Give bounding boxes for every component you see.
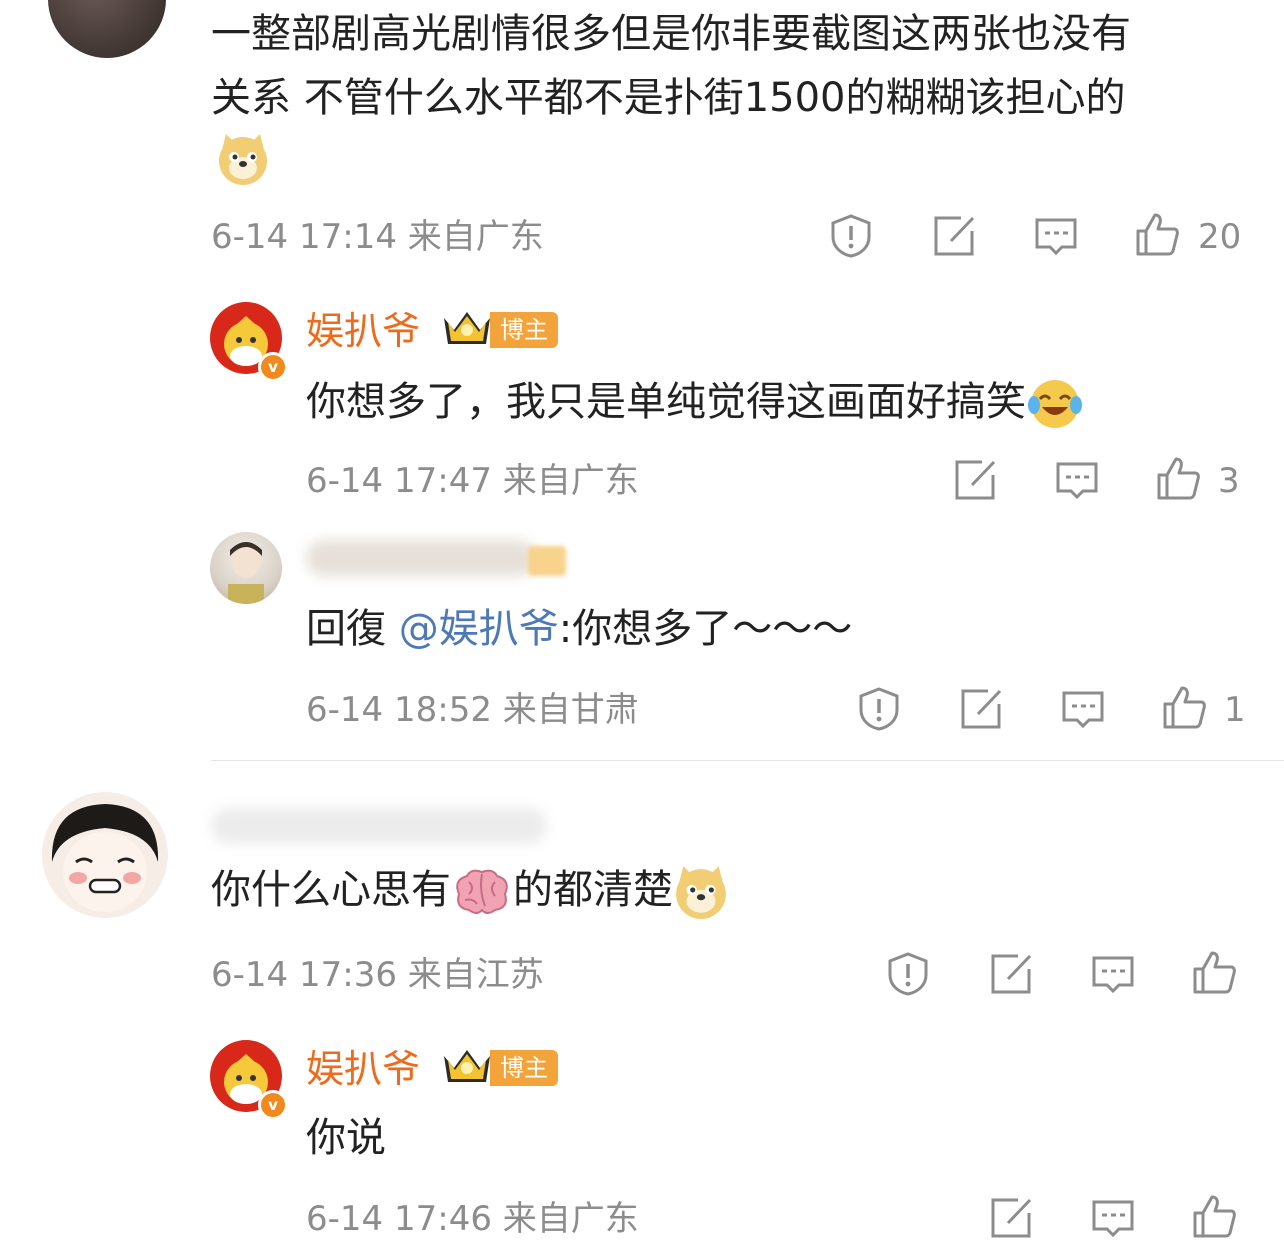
blurred-username bbox=[306, 540, 536, 576]
reply-text: 你说 bbox=[306, 1115, 386, 1161]
report-icon[interactable] bbox=[856, 686, 902, 732]
like-icon[interactable] bbox=[1155, 455, 1201, 501]
reply-text: 你想多了，我只是单纯觉得这画面好搞笑 bbox=[306, 370, 1084, 434]
verified-icon: v bbox=[258, 352, 288, 382]
comment-icon[interactable] bbox=[1054, 457, 1100, 503]
avatar[interactable] bbox=[210, 532, 282, 604]
doge-emoji bbox=[219, 134, 267, 185]
comment-text-content: 的都清楚 bbox=[513, 867, 673, 913]
comment-icon[interactable] bbox=[1090, 951, 1136, 997]
timestamp-location: 6-14 17:36 来自江苏 bbox=[211, 955, 544, 995]
mention-link[interactable]: @娱扒爷 bbox=[399, 606, 559, 652]
like-icon[interactable] bbox=[1134, 211, 1180, 257]
comment-icon[interactable] bbox=[1060, 686, 1106, 732]
report-icon[interactable] bbox=[828, 213, 874, 259]
like-count: 20 bbox=[1198, 217, 1242, 257]
comment-text-line: 关系 不管什么水平都不是扑街1500的糊糊该担心的 bbox=[211, 75, 1126, 121]
like-count: 1 bbox=[1224, 690, 1246, 730]
comment-text-line: 一整部剧高光剧情很多但是你非要截图这两张也没有 bbox=[211, 11, 1131, 57]
timestamp-location: 6-14 17:47 来自广东 bbox=[306, 461, 639, 501]
share-icon[interactable] bbox=[988, 1195, 1034, 1241]
divider bbox=[211, 760, 1284, 761]
share-icon[interactable] bbox=[988, 951, 1034, 997]
like-icon[interactable] bbox=[1191, 1193, 1237, 1239]
comment-icon[interactable] bbox=[1033, 213, 1079, 259]
avatar[interactable] bbox=[48, 0, 166, 58]
verified-icon: v bbox=[258, 1090, 288, 1120]
reply-text-content: 你想多了，我只是单纯觉得这画面好搞笑 bbox=[306, 379, 1026, 425]
reply-prefix: 回復 bbox=[306, 606, 386, 652]
reply-text-content: :你想多了～～～ bbox=[558, 606, 853, 652]
crown-badge-icon bbox=[444, 312, 490, 344]
like-icon[interactable] bbox=[1191, 949, 1237, 995]
reply-text: 回復 @娱扒爷:你想多了～～～ bbox=[306, 597, 852, 661]
timestamp-location: 6-14 17:46 来自广东 bbox=[306, 1199, 639, 1239]
comment-text-content: 你什么心思有 bbox=[211, 867, 451, 913]
timestamp-location: 6-14 18:52 来自甘肃 bbox=[306, 690, 639, 730]
avatar[interactable] bbox=[42, 792, 168, 918]
blurred-username bbox=[211, 808, 547, 844]
author-name[interactable]: 娱扒爷 bbox=[306, 306, 420, 356]
brain-emoji bbox=[456, 869, 508, 914]
like-icon[interactable] bbox=[1161, 684, 1207, 730]
share-icon[interactable] bbox=[931, 213, 977, 259]
comment-text: 你什么心思有 的都清楚 bbox=[211, 858, 729, 922]
level-badge-icon bbox=[528, 546, 566, 576]
share-icon[interactable] bbox=[952, 457, 998, 503]
timestamp-location: 6-14 17:14 来自广东 bbox=[211, 217, 544, 257]
author-name[interactable]: 娱扒爷 bbox=[306, 1044, 420, 1094]
comment-icon[interactable] bbox=[1090, 1195, 1136, 1241]
report-icon[interactable] bbox=[885, 951, 931, 997]
crown-badge-icon bbox=[444, 1050, 490, 1082]
blogger-badge: 博主 bbox=[490, 1050, 558, 1086]
blogger-badge: 博主 bbox=[490, 312, 558, 348]
laughing-crying-emoji bbox=[1028, 380, 1082, 428]
share-icon[interactable] bbox=[958, 686, 1004, 732]
like-count: 3 bbox=[1218, 461, 1240, 501]
doge-emoji bbox=[676, 866, 726, 919]
